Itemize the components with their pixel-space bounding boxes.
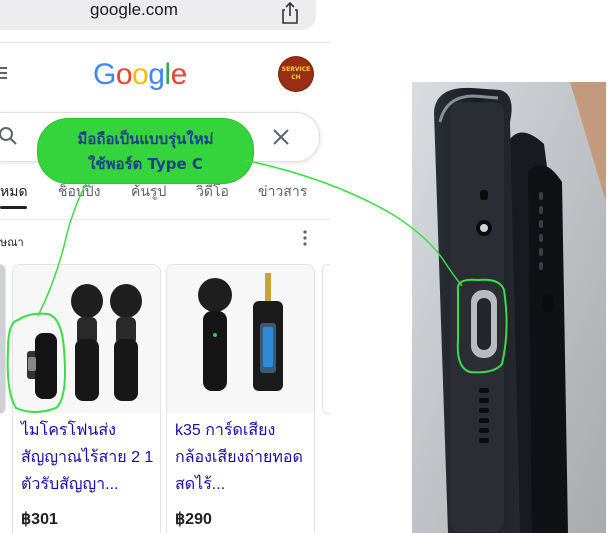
avatar[interactable]: SERVICE CH: [279, 57, 313, 91]
callout-line-1: มือถือเป็นแบบรุ่นใหม่: [77, 130, 214, 148]
tab-shopping[interactable]: ช็อปปิ้ง: [58, 181, 101, 203]
url-text: google.com: [90, 0, 178, 19]
logo-letter: g: [148, 58, 165, 91]
close-icon[interactable]: [271, 127, 291, 147]
product-price: ฿301: [21, 511, 58, 528]
product-image: [13, 265, 160, 413]
product-price: ฿290: [175, 511, 212, 528]
product-card[interactable]: ไมโครโฟนส่งสัญญาณไร้สาย 2 1 ตัวรับสัญญา.…: [12, 264, 161, 533]
mobile-browser-screenshot: google.com Google SERVICE CH หมด ช็อปปิ้…: [0, 0, 330, 533]
ads-label: ษณา: [0, 237, 24, 249]
share-icon[interactable]: [277, 1, 303, 25]
wireless-microphone-image: [13, 265, 160, 413]
avatar-text-bottom: CH: [291, 74, 301, 81]
product-title[interactable]: ไมโครโฟนส่งสัญญาณไร้สาย 2 1 ตัวรับสัญญา.…: [21, 417, 155, 498]
logo-letter: o: [115, 58, 133, 91]
logo-letter: G: [93, 58, 116, 91]
hamburger-icon[interactable]: [0, 66, 9, 80]
avatar-text-top: SERVICE: [281, 66, 311, 73]
address-bar[interactable]: google.com: [0, 0, 316, 30]
tab-news[interactable]: ข่าวสาร: [258, 181, 307, 203]
callout-line-2: ใช้พอร์ต Type C: [88, 155, 203, 173]
address-bar-divider: [0, 42, 330, 43]
product-card[interactable]: k35 การ์ดเสียงกล้องเสียงถ่ายทอดสดไร้... …: [166, 264, 315, 533]
google-logo[interactable]: Google: [93, 58, 187, 92]
tab-videos[interactable]: วิดีโอ: [196, 181, 229, 203]
phone-photo: [412, 82, 606, 533]
product-card-partial[interactable]: [0, 264, 6, 414]
sound-card-microphone-image: [167, 265, 314, 413]
tab-all[interactable]: หมด: [0, 181, 28, 203]
product-image: [167, 265, 314, 413]
product-title[interactable]: k35 การ์ดเสียงกล้องเสียงถ่ายทอดสดไร้...: [175, 417, 309, 498]
product-card-partial[interactable]: [322, 264, 330, 414]
search-tabs: หมด ช็อปปิ้ง ค้นรูป วิดีโอ ข่าวสาร: [0, 181, 330, 207]
usb-c-port-photo: [412, 82, 606, 533]
more-options-icon[interactable]: [300, 229, 310, 247]
active-tab-indicator: [0, 206, 27, 209]
tab-images[interactable]: ค้นรูป: [131, 181, 166, 203]
logo-letter: o: [132, 58, 149, 91]
callout-bubble: มือถือเป็นแบบรุ่นใหม่ ใช้พอร์ต Type C: [38, 119, 253, 183]
search-icon[interactable]: [0, 126, 18, 146]
logo-letter: e: [170, 58, 188, 91]
tabs-divider: [0, 219, 330, 220]
